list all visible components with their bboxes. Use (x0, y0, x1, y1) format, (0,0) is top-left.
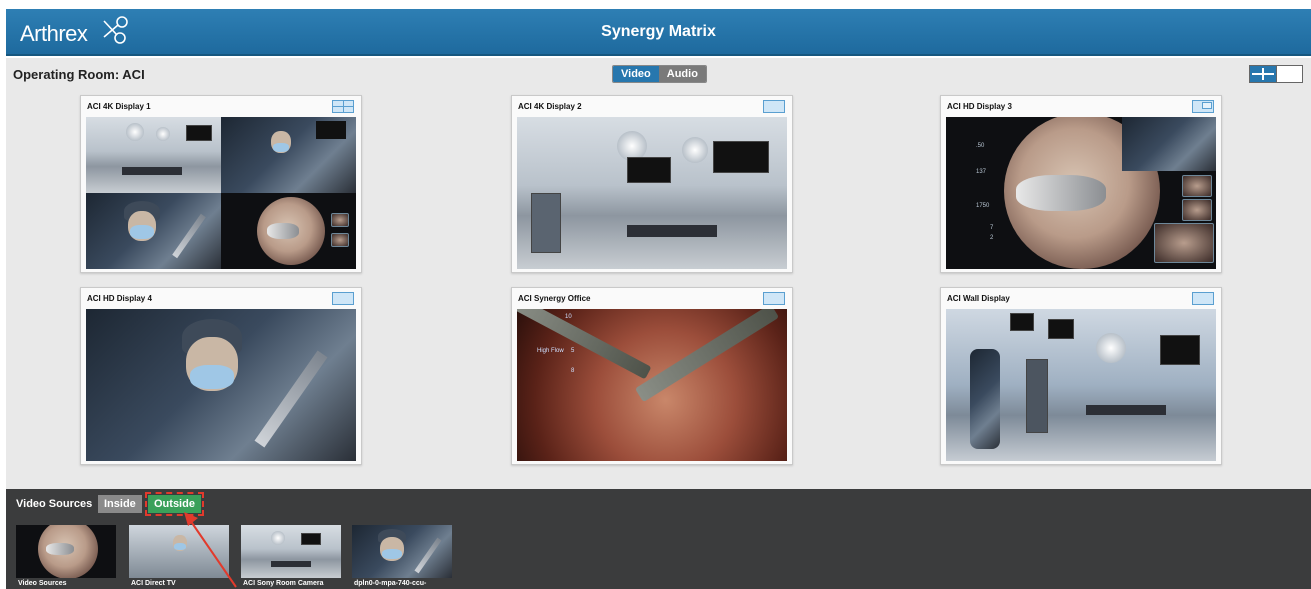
pip-layout-icon[interactable] (1192, 100, 1214, 113)
source-label: ACI Direct TV (131, 580, 176, 587)
app-header: Arthrex Synergy Matrix (6, 9, 1311, 56)
operating-room-image (517, 117, 787, 269)
room-title: Operating Room: ACI (13, 67, 145, 82)
operating-room-image (946, 309, 1216, 461)
surgeon-image (86, 309, 356, 461)
audio-tab[interactable]: Audio (658, 66, 706, 82)
display-preview[interactable] (946, 309, 1216, 461)
source-item[interactable]: ACI Direct TV (129, 525, 229, 589)
single-layout-icon[interactable] (1276, 66, 1302, 82)
display-preview[interactable]: 10 High Flow 5 8 (517, 309, 787, 461)
display-preview[interactable] (517, 117, 787, 269)
overlay-value: .50 (976, 143, 985, 149)
overlay-value: 137 (976, 169, 987, 175)
display-name: ACI HD Display 4 (87, 294, 152, 303)
surgeon-image (86, 193, 221, 269)
display-workspace: Operating Room: ACI Video Audio ACI 4K D… (6, 58, 1311, 489)
video-sources-title: Video Sources (16, 498, 93, 510)
video-sources-panel: Video Sources Inside Outside Video Sourc… (6, 489, 1311, 589)
endoscope-image (221, 193, 356, 269)
app-title: Synergy Matrix (601, 23, 716, 40)
source-label: Video Sources (18, 580, 67, 587)
endoscope-image: .50 137 1750 7 2 (946, 117, 1216, 269)
source-preview (129, 525, 229, 578)
hud-value: 10 (565, 314, 572, 320)
surgical-team-image (221, 117, 356, 193)
layout-toggle (1249, 65, 1303, 83)
grid-layout-icon[interactable] (1250, 66, 1276, 82)
outside-tab[interactable]: Outside (145, 492, 204, 516)
hud-label: High Flow (537, 348, 564, 354)
overlay-value: 1750 (976, 203, 990, 209)
display-card-2[interactable]: ACI 4K Display 2 (511, 95, 793, 273)
overlay-value: 2 (990, 235, 994, 241)
pip-image (1122, 117, 1216, 171)
display-name: ACI Wall Display (947, 294, 1010, 303)
source-label: dpln0-0-mpa-740-ccu- (354, 580, 427, 587)
source-item[interactable]: Video Sources (16, 525, 116, 589)
video-tab[interactable]: Video (613, 66, 659, 82)
laparoscopic-image: 10 High Flow 5 8 (517, 309, 787, 461)
display-preview[interactable] (86, 309, 356, 461)
or-room-image (86, 117, 221, 193)
source-item[interactable]: ACI Sony Room Camera (241, 525, 341, 589)
display-card-3[interactable]: ACI HD Display 3 .50 137 1750 7 2 (940, 95, 1222, 273)
display-name: ACI HD Display 3 (947, 102, 1012, 111)
display-name: ACI Synergy Office (518, 294, 591, 303)
source-preview (241, 525, 341, 578)
display-card-6[interactable]: ACI Wall Display (940, 287, 1222, 465)
single-layout-icon[interactable] (1192, 292, 1214, 305)
single-layout-icon[interactable] (763, 292, 785, 305)
display-name: ACI 4K Display 2 (518, 102, 582, 111)
source-preview (352, 525, 452, 578)
source-preview (16, 525, 116, 578)
display-name: ACI 4K Display 1 (87, 102, 151, 111)
single-layout-icon[interactable] (332, 292, 354, 305)
inside-tab[interactable]: Inside (98, 495, 142, 513)
display-card-4[interactable]: ACI HD Display 4 (80, 287, 362, 465)
video-audio-toggle: Video Audio (612, 65, 707, 83)
display-card-5[interactable]: ACI Synergy Office 10 High Flow 5 8 (511, 287, 793, 465)
overlay-value: 7 (990, 225, 994, 231)
hud-value: 8 (571, 368, 575, 374)
display-preview[interactable] (86, 117, 356, 269)
source-label: ACI Sony Room Camera (243, 580, 324, 587)
hud-value: 5 (571, 348, 575, 354)
quad-layout-icon[interactable] (332, 100, 354, 113)
single-layout-icon[interactable] (763, 100, 785, 113)
source-item[interactable]: dpln0-0-mpa-740-ccu- (352, 525, 452, 589)
display-preview[interactable]: .50 137 1750 7 2 (946, 117, 1216, 269)
display-card-1[interactable]: ACI 4K Display 1 (80, 95, 362, 273)
